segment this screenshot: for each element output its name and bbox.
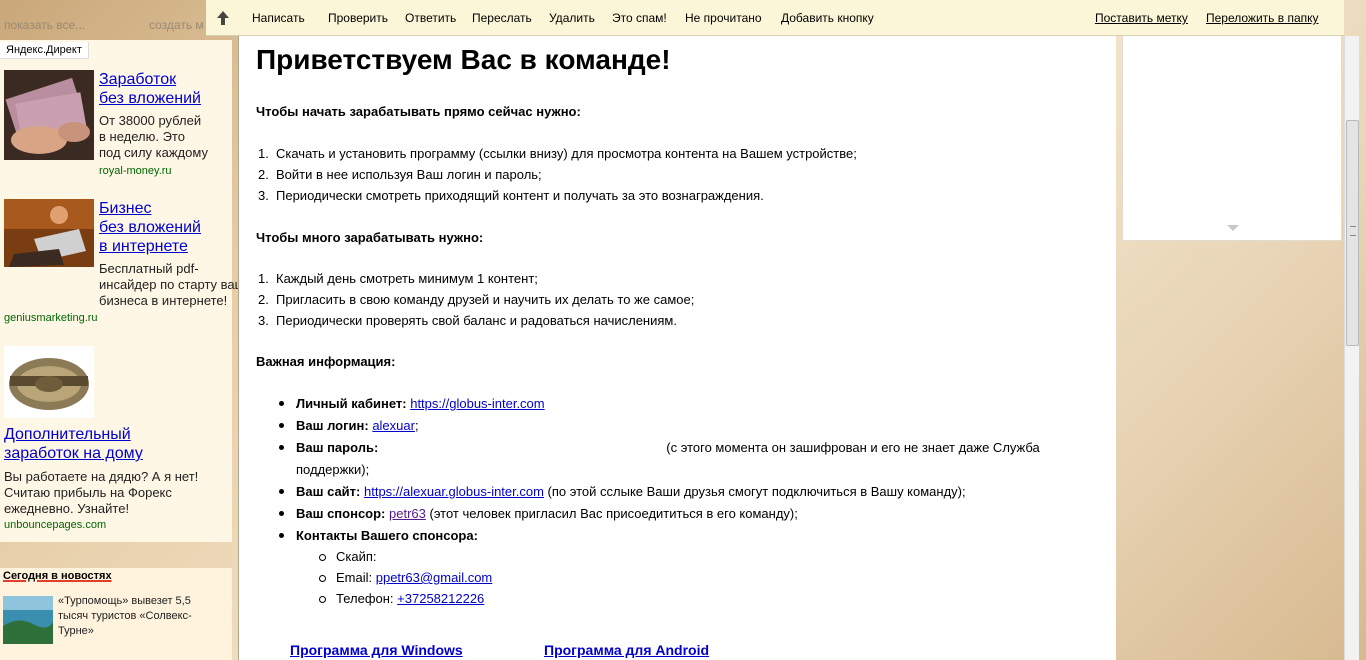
ad-title[interactable]: Заработок без вложений — [99, 70, 201, 108]
set-label-button[interactable]: Поставить метку — [1095, 10, 1188, 26]
ad-title[interactable]: Дополнительный заработок на дому — [4, 425, 143, 463]
list-item: 2. Пригласить в свою команду друзей и нау… — [258, 292, 695, 307]
site-link[interactable]: https://alexuar.globus-inter.com — [364, 484, 544, 499]
forward-button[interactable]: Переслать — [472, 10, 532, 26]
yandex-direct-tab[interactable]: Яндекс.Директ — [0, 42, 89, 59]
ad-text: Вы работаете на дядю? А я нет! Считаю пр… — [4, 469, 199, 516]
ad-item[interactable]: Бизнес без вложений в интернете Бесплатн… — [4, 199, 264, 329]
letter-body: Приветствуем Вас в команде! Чтобы начать… — [239, 36, 1116, 660]
list-item: Контакты Вашего спонсора: — [279, 525, 478, 547]
list-item: Ваш сайт: https://alexuar.globus-inter.c… — [279, 481, 966, 503]
sub-list-item: Скайп: — [319, 549, 377, 564]
yandex-direct-panel: Яндекс.Директ Заработок без вложений От … — [0, 40, 264, 542]
email-link[interactable]: ppetr63@gmail.com — [376, 570, 493, 585]
up-arrow-icon[interactable] — [216, 10, 230, 26]
list-item: Ваш спонсор: petr63 (этот человек пригла… — [279, 503, 798, 525]
grip-icon — [1350, 226, 1356, 236]
move-to-folder-button[interactable]: Переложить в папку — [1206, 10, 1319, 26]
list-item: 1. Скачать и установить программу (ссылки… — [258, 146, 857, 161]
sub-list-item: Телефон: +37258212226 — [319, 591, 484, 606]
reply-button[interactable]: Ответить — [405, 10, 456, 26]
laptop-man-photo[interactable] — [4, 199, 94, 267]
news-panel: Сегодня в новостях «Турпомощь» вывезет 5… — [0, 568, 232, 660]
create-link[interactable]: создать м — [149, 18, 204, 32]
ad-domain[interactable]: unbouncepages.com — [4, 519, 106, 531]
ad-item[interactable]: Заработок без вложений От 38000 рублей в… — [4, 70, 228, 180]
ad-title[interactable]: Бизнес без вложений в интернете — [99, 199, 201, 256]
ad-text: От 38000 рублей в неделю. Это под силу к… — [99, 113, 208, 160]
top-links: показать все... создать м — [0, 14, 232, 38]
sponsor-link[interactable]: petr63 — [389, 506, 426, 521]
mark-unread-button[interactable]: Не прочитано — [685, 10, 762, 26]
letter-title: Приветствуем Вас в команде! — [256, 44, 671, 75]
scrollbar-thumb[interactable] — [1346, 120, 1359, 346]
list-item: 1. Каждый день смотреть минимум 1 контент… — [258, 271, 538, 286]
list-item: 3. Периодически смотреть приходящий конте… — [258, 188, 764, 203]
add-button-button[interactable]: Добавить кнопку — [781, 10, 874, 26]
android-download-link[interactable]: Программа для Android — [544, 642, 709, 658]
delete-button[interactable]: Удалить — [549, 10, 595, 26]
login-link[interactable]: alexuar — [372, 418, 415, 433]
news-thumbnail[interactable] — [3, 596, 53, 644]
phone-link[interactable]: +37258212226 — [397, 591, 484, 606]
cabinet-link[interactable]: https://globus-inter.com — [410, 396, 544, 411]
money-roll-photo[interactable] — [4, 346, 94, 418]
ad-text: Бесплатный pdf- инсайдер по старту вашег… — [99, 261, 264, 308]
ad-domain[interactable]: geniusmarketing.ru — [4, 312, 98, 324]
check-button[interactable]: Проверить — [328, 10, 388, 26]
ad-item[interactable]: Дополнительный заработок на дому Вы рабо… — [4, 346, 228, 536]
chevron-down-icon[interactable] — [1227, 225, 1239, 231]
news-heading[interactable]: Сегодня в новостях — [3, 570, 112, 582]
list-item: 2. Войти в нее используя Ваш логин и паро… — [258, 167, 542, 182]
mail-toolbar: Написать Проверить Ответить Переслать Уд… — [206, 0, 1344, 36]
news-item-text[interactable]: «Турпомощь» вывезет 5,5 тысяч туристов «… — [58, 594, 210, 639]
left-column: показать все... создать м Яндекс.Директ … — [0, 0, 264, 660]
spam-button[interactable]: Это спам! — [612, 10, 667, 26]
windows-download-link[interactable]: Программа для Windows — [290, 642, 463, 658]
list-item: 3. Периодически проверять свой баланс и р… — [258, 313, 677, 328]
show-all-link[interactable]: показать все... — [4, 18, 85, 32]
list-item-continuation: поддержки); — [296, 462, 370, 477]
section-heading: Важная информация: — [256, 354, 396, 369]
sub-list-item: Email: ppetr63@gmail.com — [319, 570, 493, 585]
list-item: Ваш логин: alexuar; — [279, 415, 419, 437]
money-photo[interactable] — [4, 70, 94, 160]
list-item: Личный кабинет: https://globus-inter.com — [279, 393, 545, 415]
section-heading: Чтобы начать зарабатывать прямо сейчас н… — [256, 104, 581, 119]
section-heading: Чтобы много зарабатывать нужно: — [256, 230, 484, 245]
compose-button[interactable]: Написать — [252, 10, 305, 26]
ad-domain[interactable]: royal-money.ru — [99, 165, 172, 177]
scrollbar[interactable] — [1344, 36, 1359, 660]
list-item: Ваш пароль: (с этого момента он зашифрова… — [279, 437, 1040, 459]
right-panel — [1122, 36, 1342, 241]
